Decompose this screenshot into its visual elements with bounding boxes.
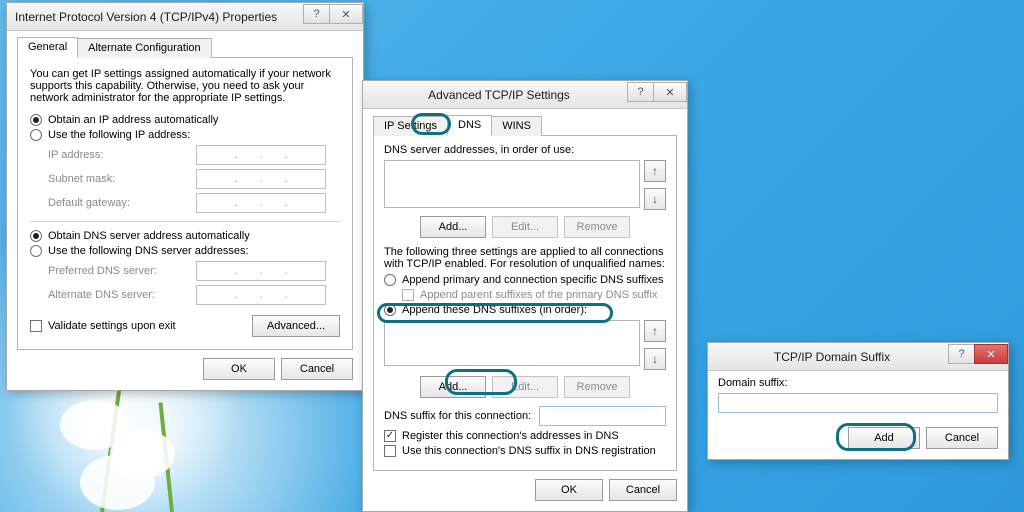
check-validate-on-exit[interactable]: Validate settings upon exit xyxy=(30,320,176,332)
suffix-up-button[interactable]: ↑ xyxy=(644,320,666,342)
tab-ip-settings[interactable]: IP Settings xyxy=(373,116,448,136)
domain-suffix-dialog: TCP/IP Domain Suffix ? ✕ Domain suffix: … xyxy=(707,342,1009,460)
adv-titlebar: Advanced TCP/IP Settings ? ✕ xyxy=(363,81,687,109)
radio-use-ip[interactable]: Use the following IP address: xyxy=(30,129,340,141)
radio-append-these[interactable]: Append these DNS suffixes (in order): xyxy=(384,304,666,316)
check-append-parent: Append parent suffixes of the primary DN… xyxy=(402,289,666,301)
ok-button[interactable]: OK xyxy=(535,479,603,501)
tab-alternate-configuration[interactable]: Alternate Configuration xyxy=(77,38,212,58)
tab-general[interactable]: General xyxy=(17,37,78,58)
cancel-button[interactable]: Cancel xyxy=(609,479,677,501)
default-gateway-input: ... xyxy=(196,193,326,213)
preferred-dns-input: ... xyxy=(196,261,326,281)
dns-servers-list[interactable] xyxy=(384,160,640,208)
tab-wins[interactable]: WINS xyxy=(491,116,542,136)
close-button[interactable]: ✕ xyxy=(653,82,687,102)
cancel-button[interactable]: Cancel xyxy=(281,358,353,380)
domain-suffix-label: Domain suffix: xyxy=(718,377,998,389)
tab-dns[interactable]: DNS xyxy=(447,115,492,136)
suffix-edit-button[interactable]: Edit... xyxy=(492,376,558,398)
ipv4-intro: You can get IP settings assigned automat… xyxy=(30,68,340,104)
help-button[interactable]: ? xyxy=(627,82,653,102)
check-register-dns[interactable]: Register this connection's addresses in … xyxy=(384,430,666,442)
help-button[interactable]: ? xyxy=(303,4,329,24)
advanced-button[interactable]: Advanced... xyxy=(252,315,340,337)
suffix-add-button[interactable]: Add... xyxy=(420,376,486,398)
radio-obtain-dns-auto[interactable]: Obtain DNS server address automatically xyxy=(30,230,340,242)
add-button[interactable]: Add xyxy=(848,427,920,449)
dns-add-button[interactable]: Add... xyxy=(420,216,486,238)
suffix-remove-button[interactable]: Remove xyxy=(564,376,630,398)
advanced-tcpip-dialog: Advanced TCP/IP Settings ? ✕ IP Settings… xyxy=(362,80,688,512)
dns-edit-button[interactable]: Edit... xyxy=(492,216,558,238)
radio-append-primary[interactable]: Append primary and connection specific D… xyxy=(384,274,666,286)
dns-up-button[interactable]: ↑ xyxy=(644,160,666,182)
ip-address-input: ... xyxy=(196,145,326,165)
domain-suffix-input[interactable] xyxy=(718,393,998,413)
ipv4-tabpanel: You can get IP settings assigned automat… xyxy=(17,57,353,350)
adv-tabpanel: DNS server addresses, in order of use: ↑… xyxy=(373,135,677,471)
suffix-list[interactable] xyxy=(384,320,640,366)
dns-suffix-conn-input[interactable] xyxy=(539,406,666,426)
dns-servers-label: DNS server addresses, in order of use: xyxy=(384,144,666,156)
adv-title: Advanced TCP/IP Settings xyxy=(371,88,627,102)
suffix-down-button[interactable]: ↓ xyxy=(644,348,666,370)
check-use-suffix[interactable]: Use this connection's DNS suffix in DNS … xyxy=(384,445,666,457)
alternate-dns-input: ... xyxy=(196,285,326,305)
ok-button[interactable]: OK xyxy=(203,358,275,380)
suffix-titlebar: TCP/IP Domain Suffix ? ✕ xyxy=(708,343,1008,371)
close-button[interactable]: ✕ xyxy=(329,4,363,24)
ipv4-title: Internet Protocol Version 4 (TCP/IPv4) P… xyxy=(15,10,277,24)
radio-obtain-ip-auto[interactable]: Obtain an IP address automatically xyxy=(30,114,340,126)
dns-down-button[interactable]: ↓ xyxy=(644,188,666,210)
subnet-mask-input: ... xyxy=(196,169,326,189)
radio-use-dns[interactable]: Use the following DNS server addresses: xyxy=(30,245,340,257)
suffix-title: TCP/IP Domain Suffix xyxy=(716,350,948,364)
adv-note: The following three settings are applied… xyxy=(384,246,666,270)
adv-tabstrip: IP Settings DNS WINS xyxy=(373,115,677,136)
ipv4-properties-dialog: Internet Protocol Version 4 (TCP/IPv4) P… xyxy=(6,2,364,391)
ipv4-tabstrip: General Alternate Configuration xyxy=(17,37,353,58)
dns-remove-button[interactable]: Remove xyxy=(564,216,630,238)
dns-suffix-conn-label: DNS suffix for this connection: xyxy=(384,410,531,422)
cancel-button[interactable]: Cancel xyxy=(926,427,998,449)
help-button[interactable]: ? xyxy=(948,344,974,364)
ipv4-titlebar: Internet Protocol Version 4 (TCP/IPv4) P… xyxy=(7,3,363,31)
close-button[interactable]: ✕ xyxy=(974,344,1008,364)
